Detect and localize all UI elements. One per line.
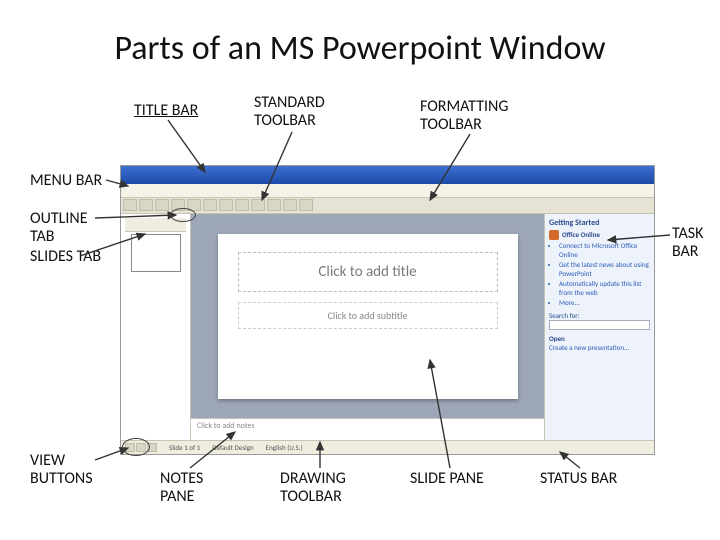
- toolbar-button[interactable]: [219, 199, 233, 211]
- ppt-status-bar: Slide 1 of 1 Default Design English (U.S…: [121, 440, 654, 454]
- powerpoint-window: Click to add title Click to add subtitle…: [120, 165, 655, 455]
- label-title-bar: TITLE BAR: [134, 102, 198, 120]
- ppt-task-pane: Getting Started Office Online Connect to…: [544, 214, 654, 440]
- slide-thumbnail[interactable]: [131, 234, 181, 272]
- title-placeholder[interactable]: Click to add title: [238, 252, 498, 292]
- slide-title: Parts of an MS Powerpoint Window: [0, 28, 720, 69]
- label-standard-toolbar-text: STANDARD TOOLBAR: [254, 93, 325, 130]
- label-slides-tab: SLIDES TAB: [30, 248, 110, 266]
- ppt-outline-tabs[interactable]: [125, 218, 186, 232]
- label-task-bar: TASK BAR: [672, 225, 720, 262]
- label-formatting-toolbar: FORMATTING TOOLBAR: [420, 98, 540, 135]
- toolbar-button[interactable]: [299, 199, 313, 211]
- label-drawing-toolbar: DRAWING TOOLBAR: [280, 470, 370, 507]
- label-outline-tab: OUTLINE TAB: [30, 210, 110, 247]
- task-create-link[interactable]: Create a new presentation...: [549, 343, 650, 352]
- toolbar-button[interactable]: [235, 199, 249, 211]
- task-search-input[interactable]: [549, 320, 650, 330]
- toolbar-button[interactable]: [251, 199, 265, 211]
- task-pane-header: Getting Started: [549, 218, 650, 228]
- ppt-toolbar: [121, 198, 654, 214]
- task-pane-brand: Office Online: [549, 230, 650, 240]
- status-layout: Default Design: [212, 443, 253, 452]
- toolbar-button[interactable]: [171, 199, 185, 211]
- toolbar-button[interactable]: [283, 199, 297, 211]
- label-standard-toolbar: STANDARD TOOLBAR: [254, 94, 354, 131]
- task-link[interactable]: Automatically update this list from the …: [559, 279, 650, 297]
- ppt-slide-pane: Click to add title Click to add subtitle: [191, 214, 544, 418]
- editing-slide[interactable]: Click to add title Click to add subtitle: [218, 234, 518, 399]
- view-buttons-group: [125, 443, 157, 452]
- toolbar-button[interactable]: [267, 199, 281, 211]
- label-notes-pane: NOTES PANE: [160, 470, 230, 507]
- toolbar-button[interactable]: [123, 199, 137, 211]
- task-link[interactable]: Connect to Microsoft Office Online: [559, 241, 650, 259]
- ppt-notes-pane[interactable]: Click to add notes: [191, 418, 544, 440]
- toolbar-button[interactable]: [155, 199, 169, 211]
- subtitle-placeholder[interactable]: Click to add subtitle: [238, 302, 498, 329]
- label-slide-pane: SLIDE PANE: [410, 470, 484, 488]
- label-menu-bar: MENU BAR: [30, 172, 102, 190]
- ppt-menu-bar: [121, 184, 654, 198]
- toolbar-button[interactable]: [139, 199, 153, 211]
- toolbar-button[interactable]: [187, 199, 201, 211]
- task-search-label: Search for:: [549, 311, 650, 320]
- office-icon: [549, 230, 559, 240]
- status-slide: Slide 1 of 1: [169, 443, 200, 452]
- task-open-label: Open: [549, 334, 650, 343]
- ppt-outline-pane: [121, 214, 191, 440]
- view-button[interactable]: [125, 443, 135, 452]
- label-formatting-toolbar-text: FORMATTING TOOLBAR: [420, 97, 508, 134]
- status-lang: English (U.S.): [266, 443, 303, 452]
- toolbar-button[interactable]: [203, 199, 217, 211]
- label-status-bar: STATUS BAR: [540, 470, 617, 488]
- label-view-buttons: VIEW BUTTONS: [30, 452, 110, 489]
- view-button[interactable]: [136, 443, 146, 452]
- task-link[interactable]: More...: [559, 298, 650, 307]
- ppt-title-bar: [121, 166, 654, 184]
- view-button[interactable]: [147, 443, 157, 452]
- task-link[interactable]: Get the latest news about using PowerPoi…: [559, 260, 650, 278]
